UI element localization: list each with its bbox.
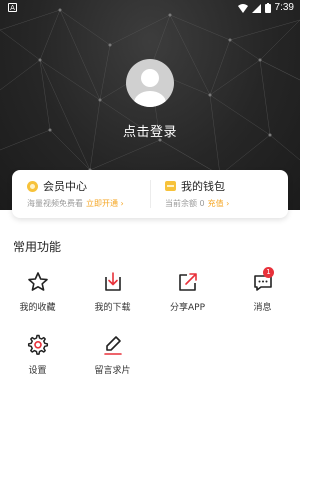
star-icon [28,272,48,291]
default-avatar-icon [134,69,166,107]
settings-item[interactable]: 设置 [0,334,75,386]
wifi-icon [237,3,248,13]
favorites-label: 我的收藏 [19,303,56,313]
card-divider [150,180,151,208]
notification-icon: A [8,3,17,12]
vip-center[interactable]: 会员中心 海量视频免费看 立即开通 › [27,178,124,209]
favorites-item[interactable]: 我的收藏 [0,271,75,323]
edit-icon [104,336,122,355]
vip-open-link[interactable]: 立即开通 › [86,199,124,208]
request-film-label: 留言求片 [94,366,131,376]
share-app-label: 分享APP [169,303,205,313]
messages-label: 消息 [253,303,272,313]
settings-label: 设置 [28,366,47,376]
downloads-item[interactable]: 我的下载 [75,271,150,323]
my-wallet[interactable]: 我的钱包 当前余额 0 充值 › [165,178,229,209]
share-icon [179,273,197,291]
coin-icon [27,180,38,192]
wallet-balance: 当前余额 0 [165,199,205,208]
membership-card: 会员中心 海量视频免费看 立即开通 › 我的钱包 当前余额 0 充值 › [12,170,288,218]
downloads-label: 我的下载 [94,303,131,313]
status-bar: A 7:39 [0,0,300,16]
status-time: 7:39 [274,2,294,13]
section-title: 常用功能 [13,240,62,254]
avatar[interactable] [126,59,174,107]
recharge-link[interactable]: 充值 › [208,199,230,208]
signal-icon [251,3,261,13]
message-badge: 1 [263,267,274,278]
share-app-item[interactable]: 分享APP [150,271,225,323]
download-icon [105,272,121,291]
messages-item[interactable]: 消息 [225,271,300,323]
request-film-item[interactable]: 留言求片 [75,334,150,386]
login-label[interactable]: 点击登录 [0,121,300,140]
vip-subtitle: 海量视频免费看 [27,199,83,208]
vip-title: 会员中心 [43,180,87,193]
gear-icon [27,334,49,355]
battery-icon [264,3,271,13]
wallet-title: 我的钱包 [181,180,225,193]
wallet-icon [165,181,176,191]
